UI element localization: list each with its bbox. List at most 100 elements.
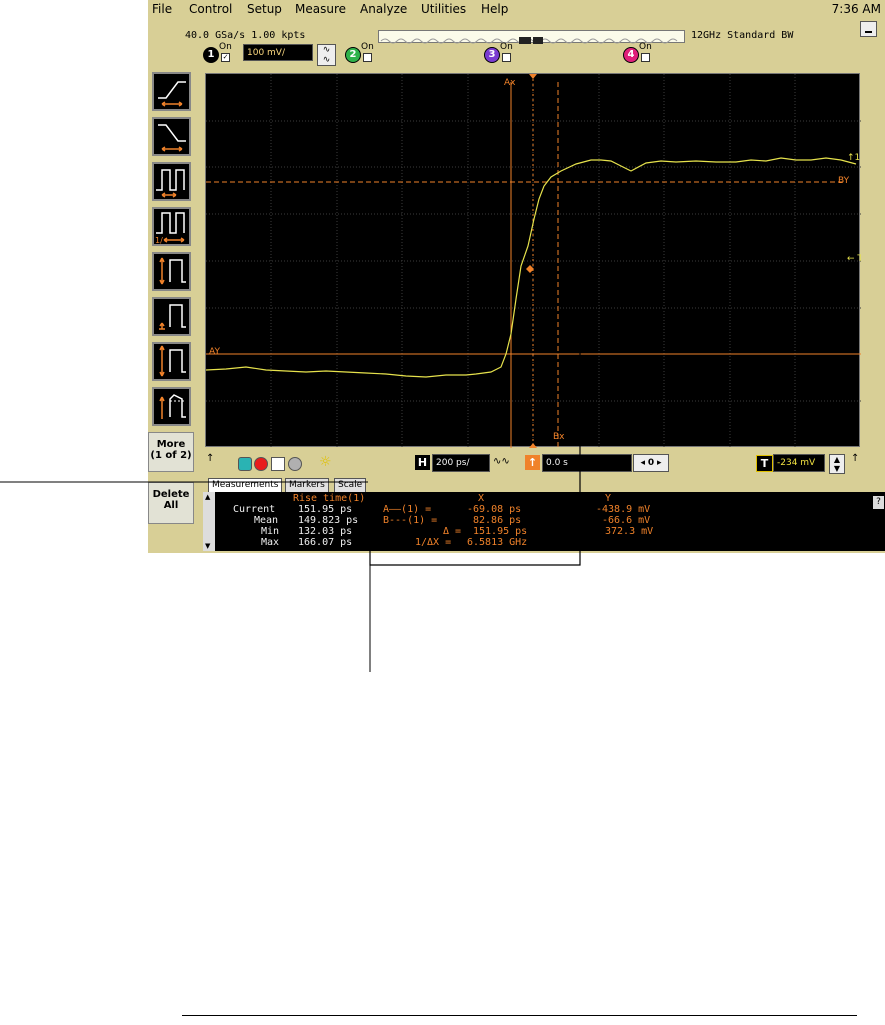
marker-delta-label: Δ = — [443, 526, 462, 537]
bandwidth-label: 12GHz Standard BW — [691, 30, 794, 41]
autoscale-icon[interactable] — [288, 457, 302, 471]
frequency-icon: 1/ — [155, 212, 185, 244]
channel-4-on-label: On — [639, 42, 652, 52]
menu-measure[interactable]: Measure — [295, 2, 346, 16]
measurements-scrollbar[interactable]: ▲ ▼ — [203, 492, 215, 551]
rise-time-icon — [158, 81, 186, 107]
svg-text:↑1: ↑1 — [847, 153, 860, 163]
page-rule — [182, 1015, 857, 1016]
rise-time-button[interactable] — [152, 72, 191, 111]
acquisition-status-bar: 40.0 GSa/s 1.00 kpts 12GHz Standard BW — [185, 19, 885, 44]
vpp-button[interactable] — [152, 342, 191, 381]
menu-utilities[interactable]: Utilities — [421, 2, 466, 16]
more-button-line1: More — [156, 439, 186, 450]
menu-control[interactable]: Control — [189, 2, 232, 16]
marker-a-label: A——(1) = — [383, 504, 432, 515]
channel-1-checkbox[interactable]: ✓ — [221, 53, 230, 62]
stat-min-value: 132.03 ps — [298, 526, 353, 537]
amplitude-button[interactable] — [152, 252, 191, 291]
channel-strip: 1 On ✓ 100 mV/ ∿ ∿ 2 On 3 On 4 On — [203, 42, 883, 70]
marker-by-label: BY — [838, 176, 850, 186]
control-strip: ↑ ☼ H 200 ps/ ∿∿ ↑ 0.0 s ◂ 0 ▸ T -234 mV… — [205, 450, 865, 478]
menu-help[interactable]: Help — [481, 2, 508, 16]
frequency-button[interactable]: 1/ — [152, 207, 191, 246]
brightness-icon[interactable]: ☼ — [319, 454, 332, 470]
menu-file[interactable]: File — [152, 2, 172, 16]
period-icon — [156, 169, 185, 198]
measurements-panel: ▲ ▼ Rise time(1) Current 151.95 ps Mean … — [203, 492, 885, 551]
delay-stepper-value: 0 — [647, 458, 655, 468]
marker-inv-delta-x: 6.5813 GHz — [467, 537, 528, 548]
waveform-display[interactable]: ↑1 ← T Ax Bx AY BY — [205, 73, 861, 448]
stat-current-label: Current — [233, 504, 276, 515]
channel-4-badge[interactable]: 4 — [623, 47, 639, 63]
marker-ax-label: Ax — [504, 78, 516, 88]
trigger-badge[interactable]: T — [756, 455, 773, 472]
oscilloscope-window: File Control Setup Measure Analyze Utili… — [148, 0, 885, 553]
horizontal-badge[interactable]: H — [415, 455, 430, 470]
trigger-level-stepper[interactable]: ▲ ▼ — [829, 454, 845, 474]
scroll-up-arrow-icon[interactable]: ▲ — [205, 493, 210, 501]
marker-delta-x: 151.95 ps — [473, 526, 528, 537]
menu-bar: File Control Setup Measure Analyze Utili… — [148, 0, 885, 19]
minimize-button[interactable] — [860, 21, 877, 37]
tab-markers[interactable]: Markers — [285, 478, 329, 493]
svg-text:← T: ← T — [847, 254, 861, 264]
marker-b-x: 82.86 ps — [473, 515, 522, 526]
stat-mean-label: Mean — [254, 515, 279, 526]
more-button[interactable]: More (1 of 2) — [148, 432, 194, 472]
color-grade-icon[interactable] — [238, 457, 252, 471]
delete-all-button[interactable]: Delete All — [148, 482, 194, 524]
tab-measurements[interactable]: Measurements — [208, 478, 283, 493]
channel-2-checkbox[interactable] — [363, 53, 372, 62]
stat-max-label: Max — [261, 537, 280, 548]
amplitude-icon — [159, 257, 186, 285]
scroll-down-arrow-icon[interactable]: ▼ — [205, 542, 210, 550]
marker-bx-label: Bx — [553, 432, 565, 442]
channel-2-on-label: On — [361, 42, 374, 52]
record-icon[interactable] — [254, 457, 268, 471]
delete-all-line1: Delete — [152, 489, 190, 500]
menu-setup[interactable]: Setup — [247, 2, 282, 16]
trigger-slope-icon[interactable]: ↑ — [851, 453, 859, 464]
channel-1-scale-field[interactable]: 100 mV/ — [243, 44, 313, 61]
channel-1-scale-stepper[interactable]: ∿ ∿ — [317, 44, 336, 66]
screen-capture-icon[interactable] — [271, 457, 285, 471]
delay-badge[interactable]: ↑ — [525, 455, 540, 470]
stat-current-value: 151.95 ps — [298, 504, 353, 515]
measurement-title: Rise time(1) — [293, 493, 366, 504]
acquisition-rate: 40.0 GSa/s 1.00 kpts — [185, 30, 306, 41]
stat-min-label: Min — [261, 526, 280, 537]
menu-analyze[interactable]: Analyze — [360, 2, 407, 16]
vtop-button[interactable] — [152, 297, 191, 336]
vpp-icon — [159, 345, 186, 377]
tab-scale[interactable]: Scale — [334, 478, 367, 493]
channel-3-badge[interactable]: 3 — [484, 47, 500, 63]
help-button[interactable]: ? — [873, 496, 884, 509]
period-button[interactable] — [152, 162, 191, 201]
svg-text:1/: 1/ — [155, 236, 163, 244]
stat-mean-value: 149.823 ps — [298, 515, 359, 526]
marker-header-x: X — [478, 493, 485, 504]
trigger-level-field[interactable]: -234 mV — [773, 454, 825, 472]
marker-a-y: -438.9 mV — [596, 504, 651, 515]
marker-header-y: Y — [605, 493, 612, 504]
delay-stepper[interactable]: ◂ 0 ▸ — [633, 454, 669, 472]
channel-3-checkbox[interactable] — [502, 53, 511, 62]
stat-max-value: 166.07 ps — [298, 537, 353, 548]
marker-ay-label: AY — [209, 347, 220, 357]
channel-2-badge[interactable]: 2 — [345, 47, 361, 63]
time-scale-field[interactable]: 200 ps/ — [432, 454, 490, 472]
overshoot-button[interactable] — [152, 387, 191, 426]
channel-1-on-label: On — [219, 42, 232, 52]
channel-3-on-label: On — [500, 42, 513, 52]
fall-time-button[interactable] — [152, 117, 191, 156]
overshoot-icon — [159, 394, 186, 419]
channel-1-badge[interactable]: 1 — [203, 47, 219, 63]
trigger-position-marker — [529, 74, 537, 79]
scroll-up-icon[interactable]: ↑ — [206, 453, 214, 464]
delay-field[interactable]: 0.0 s — [542, 454, 632, 472]
time-scale-stepper[interactable]: ∿∿ — [493, 456, 523, 467]
channel-4-checkbox[interactable] — [641, 53, 650, 62]
clock: 7:36 AM — [831, 2, 881, 16]
